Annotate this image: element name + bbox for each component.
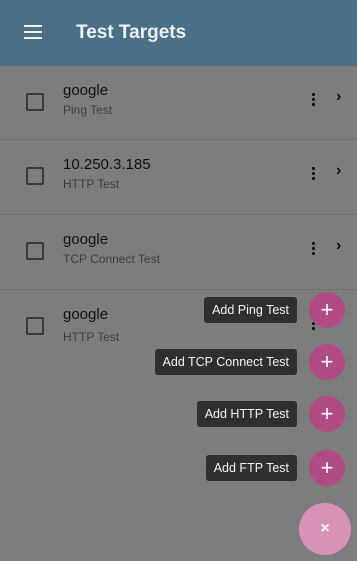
add-icon[interactable]: + — [309, 396, 345, 432]
more-options-icon[interactable] — [312, 242, 316, 256]
speed-dial-label[interactable]: Add FTP Test — [205, 455, 297, 481]
target-type: Ping Test — [63, 103, 113, 117]
target-checkbox[interactable] — [26, 317, 44, 335]
speed-dial-add-http[interactable]: Add HTTP Test + — [196, 396, 345, 432]
target-name: google — [63, 231, 109, 248]
speed-dial-label[interactable]: Add HTTP Test — [196, 401, 297, 427]
close-icon: × — [320, 520, 330, 537]
add-icon[interactable]: + — [309, 292, 345, 328]
speed-dial-add-ping[interactable]: Add Ping Test + — [204, 292, 345, 328]
target-type: HTTP Test — [63, 177, 120, 191]
chevron-right-icon[interactable]: › — [336, 88, 341, 106]
target-row[interactable]: 10.250.3.185 HTTP Test › — [0, 140, 357, 215]
more-options-icon[interactable] — [312, 93, 316, 107]
speed-dial-add-tcp-connect[interactable]: Add TCP Connect Test + — [154, 344, 345, 380]
target-name: google — [63, 306, 109, 323]
chevron-right-icon[interactable]: › — [336, 237, 341, 255]
target-row[interactable]: google TCP Connect Test › — [0, 215, 357, 290]
app-bar: Test Targets — [0, 0, 357, 66]
target-row[interactable]: google Ping Test › — [0, 66, 357, 140]
add-icon[interactable]: + — [309, 450, 345, 486]
target-checkbox[interactable] — [26, 167, 44, 185]
target-type: HTTP Test — [63, 330, 120, 344]
chevron-right-icon[interactable]: › — [336, 162, 341, 180]
add-icon[interactable]: + — [309, 344, 345, 380]
target-name: 10.250.3.185 — [63, 156, 151, 173]
speed-dial-label[interactable]: Add TCP Connect Test — [154, 349, 297, 375]
page-title: Test Targets — [76, 22, 187, 43]
hamburger-menu-icon[interactable] — [24, 25, 42, 39]
speed-dial-add-ftp[interactable]: Add FTP Test + — [205, 450, 345, 486]
target-checkbox[interactable] — [26, 242, 44, 260]
speed-dial-label[interactable]: Add Ping Test — [204, 297, 297, 323]
more-options-icon[interactable] — [312, 167, 316, 181]
close-speed-dial-button[interactable]: × — [299, 503, 351, 555]
target-type: TCP Connect Test — [63, 252, 160, 266]
target-checkbox[interactable] — [26, 93, 44, 111]
target-name: google — [63, 82, 109, 99]
